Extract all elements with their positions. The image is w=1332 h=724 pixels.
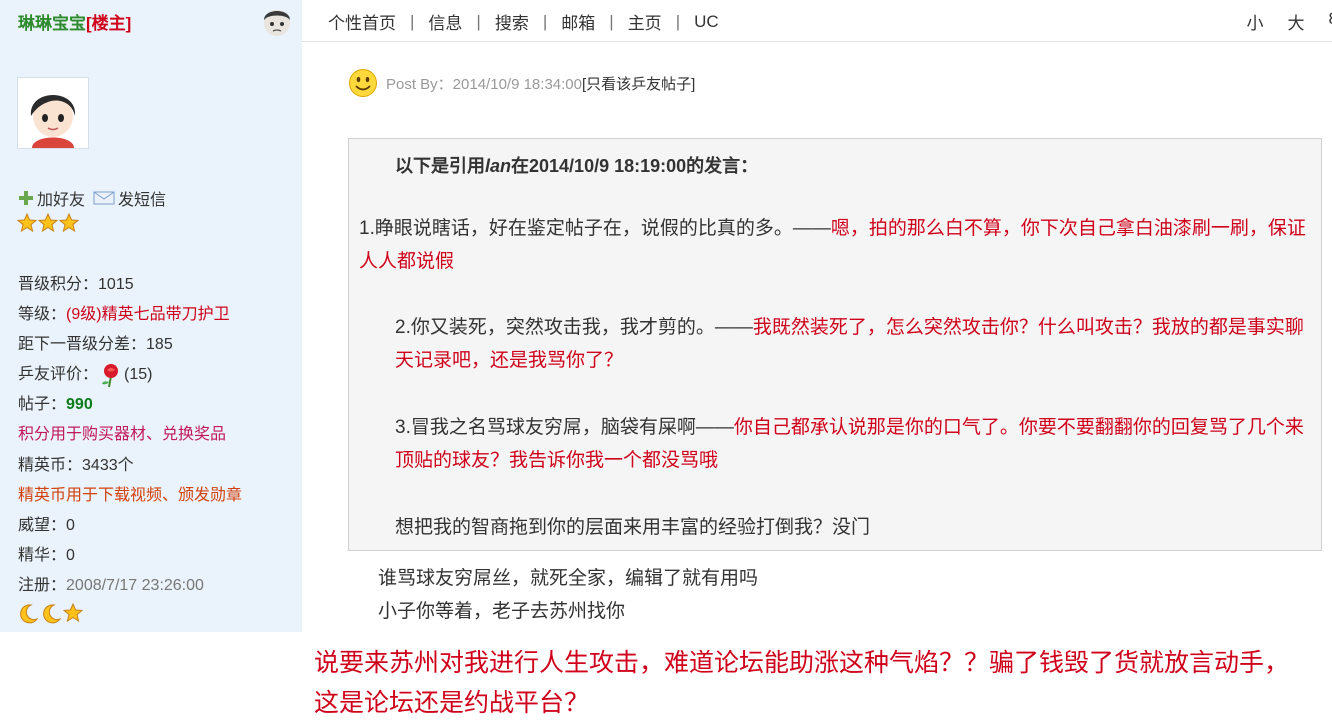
annotation-text: 说要来苏州对我进行人生攻击，难道论坛能助涨这种气焰？？骗了钱毁了货就放言动手，这… <box>314 649 1290 717</box>
nav-separator: | <box>476 11 481 31</box>
star-rating <box>17 213 79 233</box>
rank-row: 等级： (9级)精英七品带刀护卫 <box>18 306 230 324</box>
reply-line-1: 谁骂球友穷屌丝，就死全家，编辑了就有用吗 <box>378 568 759 589</box>
points-note-link[interactable]: 积分用于购买器材、兑换奖品 <box>18 420 242 450</box>
posts-row: 帖子： 990 <box>18 396 93 414</box>
prestige-row: 威望： 0 <box>18 516 75 534</box>
quote-paragraph-2: 2.你又装死，突然攻击我，我才剪的。——我既然装死了，怎么突然攻击你？什么叫攻击… <box>395 317 1304 371</box>
thread-starter-badge: [楼主] <box>86 14 132 33</box>
post-header: Post By：2014/10/9 18:34:00 [只看该乒友帖子] <box>348 68 695 98</box>
star-icon <box>38 213 58 233</box>
quoted-message: 以下是引用lan在2014/10/9 18:19:00的发言： 1.睁眼说瞎话，… <box>348 138 1322 551</box>
font-small-button[interactable]: 小 <box>1247 9 1264 34</box>
nav-home-link[interactable]: 个性首页 <box>328 9 396 34</box>
nav-separator: | <box>609 11 614 31</box>
user-stats: 晋级积分： 1015 等级： (9级)精英七品带刀护卫 距下一晋级分差： 185 乒友… <box>18 270 242 601</box>
top-navigation: 个性首页 | 信息 | 搜索 | 邮箱 | 主页 | UC 小 大 8 <box>302 0 1332 42</box>
coins-note-link[interactable]: 精英币用于下载视频、颁发勋章 <box>18 481 242 511</box>
level-points-row: 晋级积分： 1015 <box>18 276 134 293</box>
quote-paragraph-3: 3.冒我之名骂球友穷屌，脑袋有屎啊——你自己都承认说那是你的口气了。你要不要翻翻… <box>395 417 1304 471</box>
star-icon <box>63 603 83 623</box>
nav-search-link[interactable]: 搜索 <box>495 9 529 34</box>
nav-separator: | <box>410 11 415 31</box>
user-actions: 加好友 发短信 <box>18 186 166 210</box>
moon-icon <box>43 604 62 624</box>
username-link[interactable]: 琳琳宝宝[楼主] <box>18 9 131 34</box>
nav-separator: | <box>675 11 681 31</box>
star-icon <box>59 213 79 233</box>
nav-mailbox-link[interactable]: 邮箱 <box>561 9 595 34</box>
envelope-icon <box>93 191 115 205</box>
nav-uc-link[interactable]: UC <box>694 12 719 32</box>
elite-coins-row: 精英币： 3433个 <box>18 456 134 474</box>
quote-paragraph-1: 1.睁眼说瞎话，好在鉴定帖子在，说假的比真的多。——嗯，拍的那么白不算，你下次自… <box>359 218 1306 272</box>
rose-icon[interactable] <box>98 362 124 388</box>
mini-avatar-icon[interactable] <box>260 4 294 38</box>
nav-separator: | <box>542 11 548 31</box>
moon-icon <box>20 604 39 624</box>
essence-row: 精华： 0 <box>18 546 75 564</box>
add-friend-button[interactable]: 加好友 <box>18 186 85 210</box>
nav-info-link[interactable]: 信息 <box>428 9 462 34</box>
registered-row: 注册： 2008/7/17 23:26:00 <box>18 576 204 594</box>
quote-header: 以下是引用lan在2014/10/9 18:19:00的发言： <box>395 156 759 176</box>
avatar-icon <box>18 78 88 148</box>
post-timestamp: Post By：2014/10/9 18:34:00 <box>386 75 582 93</box>
send-message-button[interactable]: 发短信 <box>93 186 166 210</box>
medal-icons <box>17 603 83 625</box>
next-level-row: 距下一晋级分差： 185 <box>18 336 173 354</box>
nav-links: 个性首页 | 信息 | 搜索 | 邮箱 | 主页 | UC <box>328 9 719 34</box>
font-large-button[interactable]: 大 <box>1288 9 1305 34</box>
reply-line-2: 小子你等着，老子去苏州找你 <box>378 601 626 622</box>
font-size-controls: 小 大 8 <box>1247 9 1332 34</box>
quote-paragraph-4: 想把我的智商拖到你的层面来用丰富的经验打倒我？没门 <box>395 517 871 538</box>
user-avatar[interactable] <box>17 77 89 149</box>
rating-row: 乒友评价： (15) <box>18 360 242 390</box>
quoted-username[interactable]: lan <box>485 156 511 176</box>
font-size-value[interactable]: 8 <box>1329 9 1332 34</box>
user-info-panel: 琳琳宝宝[楼主] 加好友 发短信 晋级积分： 1015 等级： (9级)精英七品… <box>0 0 302 632</box>
plus-icon <box>19 191 33 205</box>
nav-homepage-link[interactable]: 主页 <box>628 9 662 34</box>
smiley-icon <box>349 69 377 97</box>
user-name-bar: 琳琳宝宝[楼主] <box>0 0 302 42</box>
star-icon <box>17 213 37 233</box>
view-only-author-link[interactable]: [只看该乒友帖子] <box>582 73 695 94</box>
